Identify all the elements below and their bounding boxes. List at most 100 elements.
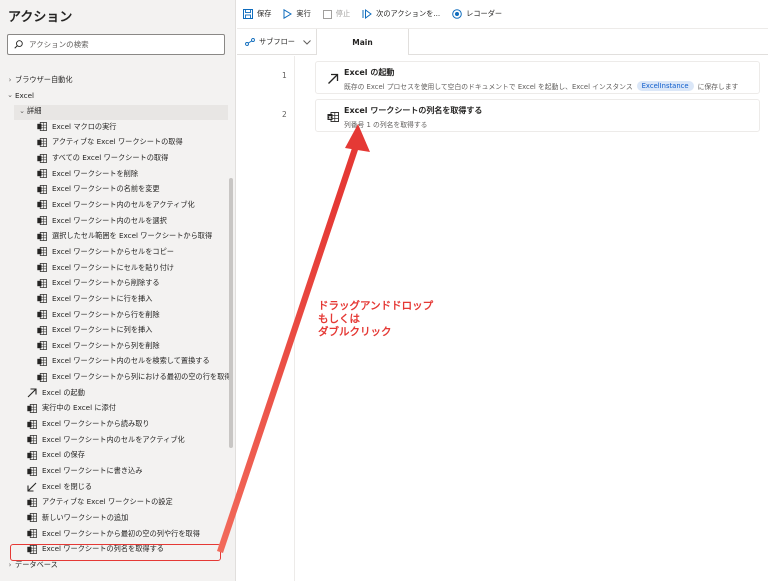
action-item[interactable]: Excel ワークシートから最初の空の列や行を取得 [27, 526, 200, 542]
step-description: 列番号 1 の列名を取得する [344, 121, 428, 129]
action-item[interactable]: 選択したセル範囲を Excel ワークシートから取得 [37, 229, 212, 245]
excel-icon [27, 513, 37, 523]
step-number-1: 1 [282, 71, 287, 80]
action-item[interactable]: Excel ワークシート内のセルを選択 [37, 213, 167, 229]
excel-icon [27, 435, 37, 445]
step-number-2: 2 [282, 110, 287, 119]
stop-icon [322, 9, 332, 19]
variable-badge[interactable]: ExcelInstance [636, 81, 694, 91]
action-item[interactable]: Excel ワークシートからセルをコピー [37, 244, 174, 260]
tree-item-label: Excel ワークシートからセルをコピー [52, 246, 174, 256]
recorder-label: レコーダー [466, 9, 503, 18]
tree-item-label: 新しいワークシートの追加 [42, 512, 129, 522]
excel-icon [27, 450, 37, 460]
action-item[interactable]: Excel ワークシートに行を挿入 [37, 291, 152, 307]
action-item[interactable]: アクティブな Excel ワークシートの設定 [27, 495, 173, 511]
excel-icon [37, 231, 47, 241]
tree-item-label: Excel ワークシートの名前を変更 [52, 184, 160, 194]
dragged-action-highlight [10, 544, 221, 561]
excel-icon [37, 357, 47, 366]
subflow-label: サブフロー [259, 37, 295, 46]
chevron-down-icon: ⌄ [7, 91, 13, 100]
action-item[interactable]: Excel マクロの実行 [37, 119, 116, 135]
next-action-button[interactable]: 次のアクションを... [362, 9, 440, 19]
advanced-group-highlight [14, 105, 228, 120]
tree-item-label: Excel ワークシート内のセルを選択 [52, 215, 167, 225]
excel-icon [37, 325, 47, 335]
subflow-icon [245, 38, 255, 46]
tree-item-label: アクティブな Excel ワークシートの設定 [42, 497, 173, 507]
action-item[interactable]: Excel ワークシートから行を削除 [37, 307, 160, 323]
chevron-down-icon [303, 39, 311, 45]
action-item[interactable]: Excel ワークシートから列における最初の空の行を取得 [37, 369, 231, 385]
save-label: 保存 [257, 9, 272, 18]
action-item[interactable]: すべての Excel ワークシートの取得 [37, 150, 168, 166]
action-item[interactable]: アクティブな Excel ワークシートの取得 [37, 135, 183, 151]
tree-item-label: Excel ワークシートから列を削除 [52, 340, 160, 350]
tree-item-label: 選択したセル範囲を Excel ワークシートから取得 [52, 231, 213, 241]
record-icon [452, 9, 462, 19]
launch-arrow-icon [328, 73, 339, 84]
recorder-button[interactable]: レコーダー [452, 9, 502, 19]
action-item[interactable]: Excel を閉じる [27, 479, 92, 495]
action-item[interactable]: Excel ワークシートから読み取り [27, 416, 150, 432]
action-item[interactable]: 実行中の Excel に添付 [27, 401, 116, 417]
annotation-line-1: ドラッグアンドドロップ [318, 300, 434, 312]
step-title: Excel ワークシートの列名を取得する [344, 106, 483, 115]
excel-icon [37, 247, 47, 257]
excel-icon [27, 529, 37, 539]
actions-scrollbar[interactable] [229, 178, 233, 448]
action-item[interactable]: 新しいワークシートの追加 [27, 510, 128, 526]
step-title: Excel の起動 [344, 68, 395, 77]
action-item[interactable]: Excel ワークシートの名前を変更 [37, 182, 160, 198]
action-item[interactable]: Excel ワークシートから削除する [37, 275, 160, 291]
action-item[interactable]: Excel ワークシート内のセルを検索して置換する [37, 354, 210, 370]
save-button[interactable]: 保存 [243, 9, 271, 19]
tree-group-browser-automation[interactable]: › ブラウザー自動化 [5, 72, 73, 88]
action-item[interactable]: Excel ワークシートに書き込み [27, 463, 142, 479]
step-desc-text: 既存の Excel プロセスを使用して空白のドキュメントで Excel を起動し… [344, 83, 633, 91]
action-item[interactable]: Excel ワークシートを削除 [37, 166, 138, 182]
line-number-gutter [237, 56, 295, 581]
actions-panel-title: アクション [8, 10, 73, 25]
excel-icon [37, 278, 47, 288]
save-icon [243, 9, 253, 19]
flow-tabs-row: サブフロー Main [237, 28, 768, 55]
action-item[interactable]: Excel ワークシートから列を削除 [37, 338, 160, 354]
action-item[interactable]: Excel の起動 [27, 385, 85, 401]
action-item[interactable]: Excel ワークシートにセルを貼り付け [37, 260, 174, 276]
actions-panel: アクション ›ブラウザー自動化⌄Excel⌄詳細Excel マクロの実行アクティ… [0, 0, 236, 581]
flow-step-launch-excel[interactable]: Excel の起動 既存の Excel プロセスを使用して空白のドキュメントで … [315, 61, 760, 94]
chevron-right-icon: › [8, 560, 12, 569]
run-button[interactable]: 実行 [283, 9, 311, 19]
run-label: 実行 [296, 9, 311, 18]
action-search-box[interactable] [7, 34, 225, 55]
flow-step-get-column-name[interactable]: x Excel ワークシートの列名を取得する 列番号 1 の列名を取得する [315, 99, 760, 132]
tree-group-excel[interactable]: ⌄ Excel [5, 88, 34, 104]
search-icon [14, 40, 23, 49]
tree-item-label: Excel ワークシートから読み取り [42, 419, 150, 429]
tree-item-label: Excel ワークシート内のセルをアクティブ化 [52, 199, 195, 209]
excel-icon [37, 184, 47, 194]
stop-button[interactable]: 停止 [322, 9, 351, 19]
tree-item-label: Excel ワークシートに行を挿入 [52, 293, 153, 303]
subflow-dropdown[interactable]: サブフロー [245, 29, 311, 55]
action-item[interactable]: Excel の保存 [27, 448, 85, 464]
action-item[interactable]: Excel ワークシートに列を挿入 [37, 322, 152, 338]
excel-icon [27, 466, 37, 476]
tree-item-label: データベース [15, 559, 58, 569]
tree-item-label: Excel ワークシート内のセルをアクティブ化 [42, 434, 185, 444]
tree-item-label: アクティブな Excel ワークシートの取得 [52, 137, 183, 147]
chevron-down-icon: ⌄ [19, 107, 25, 116]
launch-arrow-icon [27, 388, 37, 398]
action-search-input[interactable] [29, 40, 209, 49]
action-item[interactable]: Excel ワークシート内のセルをアクティブ化 [27, 432, 185, 448]
tree-group-advanced[interactable]: ⌄ 詳細 [17, 103, 41, 119]
excel-icon [27, 497, 37, 507]
tree-item-label: Excel [15, 90, 35, 100]
tab-main[interactable]: Main [317, 29, 409, 55]
stop-label: 停止 [335, 9, 351, 18]
excel-icon [37, 263, 47, 273]
action-item[interactable]: Excel ワークシート内のセルをアクティブ化 [37, 197, 195, 213]
step-desc-text-end: に保存します [697, 83, 739, 91]
